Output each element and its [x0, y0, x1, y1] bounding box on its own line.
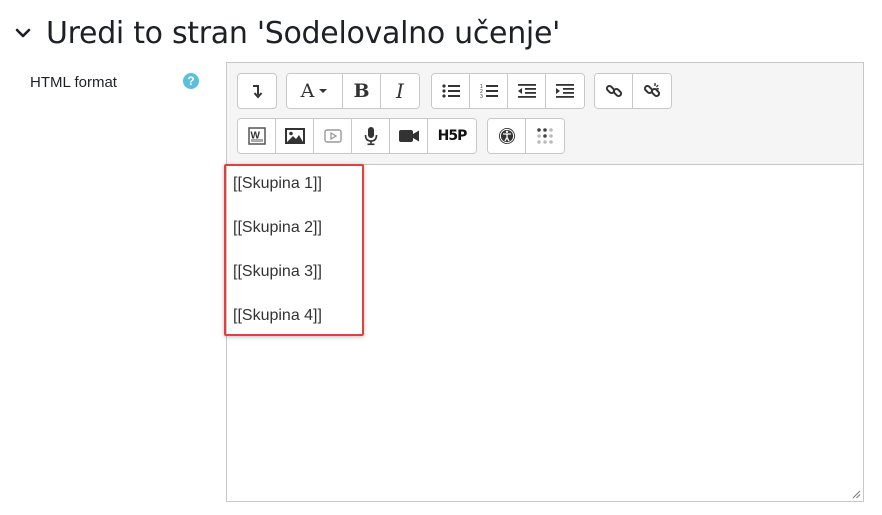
question-circle-icon[interactable]: ? [183, 73, 199, 89]
ordered-list-icon: 123 [480, 84, 498, 99]
field-label: HTML format [30, 74, 117, 91]
italic-icon: I [396, 79, 404, 103]
word-import-button[interactable]: W [238, 119, 276, 153]
unordered-list-button[interactable] [432, 74, 470, 108]
link-icon [605, 84, 622, 98]
record-video-icon [398, 130, 419, 142]
editor-toolbar: A B I 123 W H5P [227, 63, 863, 165]
screenreader-helper-button[interactable] [526, 119, 564, 153]
image-button[interactable] [276, 119, 314, 153]
bold-icon: B [353, 80, 370, 102]
screenreader-helper-icon [537, 128, 553, 144]
h5p-button[interactable]: H5P [428, 119, 476, 153]
font-style-button[interactable]: A [287, 74, 343, 108]
outdent-button[interactable] [508, 74, 546, 108]
page-title: Uredi to stran 'Sodelovalno učenje' [46, 15, 561, 51]
accessibility-checker-icon [498, 128, 515, 144]
toolbar-group-lists: 123 [431, 73, 585, 109]
word-import-icon: W [247, 127, 266, 145]
h5p-icon: H5P [437, 128, 468, 144]
svg-text:W: W [250, 131, 260, 142]
toolbar-group-accessibility [487, 118, 565, 154]
collapse-toolbar-button[interactable] [238, 74, 276, 108]
toolbar-group-style: A B I [286, 73, 420, 109]
bold-button[interactable]: B [343, 74, 381, 108]
accessibility-checker-button[interactable] [488, 119, 526, 153]
section-header: Uredi to stran 'Sodelovalno učenje' [10, 10, 560, 56]
record-video-button[interactable] [390, 119, 428, 153]
toolbar-group-insert: W H5P [237, 118, 477, 154]
indent-icon [556, 84, 574, 98]
image-icon [284, 128, 305, 144]
italic-button[interactable]: I [381, 74, 419, 108]
outdent-icon [517, 84, 536, 98]
record-audio-icon [364, 127, 377, 146]
resize-handle-icon[interactable] [851, 489, 861, 499]
collapse-toolbar-icon [253, 85, 263, 99]
link-button[interactable] [595, 74, 633, 108]
toolbar-group-collapse [237, 73, 277, 109]
record-audio-button[interactable] [352, 119, 390, 153]
font-style-icon: A [300, 80, 315, 102]
unlink-button[interactable] [633, 74, 671, 108]
ordered-list-button[interactable]: 123 [470, 74, 508, 108]
chevron-down-icon[interactable] [10, 20, 36, 46]
media-button[interactable] [314, 119, 352, 153]
unlink-icon [643, 83, 661, 98]
indent-button[interactable] [546, 74, 584, 108]
toolbar-group-links [594, 73, 672, 109]
highlight-box [224, 164, 364, 336]
unordered-list-icon [441, 84, 460, 98]
svg-text:3: 3 [480, 94, 483, 99]
media-icon [323, 129, 342, 143]
